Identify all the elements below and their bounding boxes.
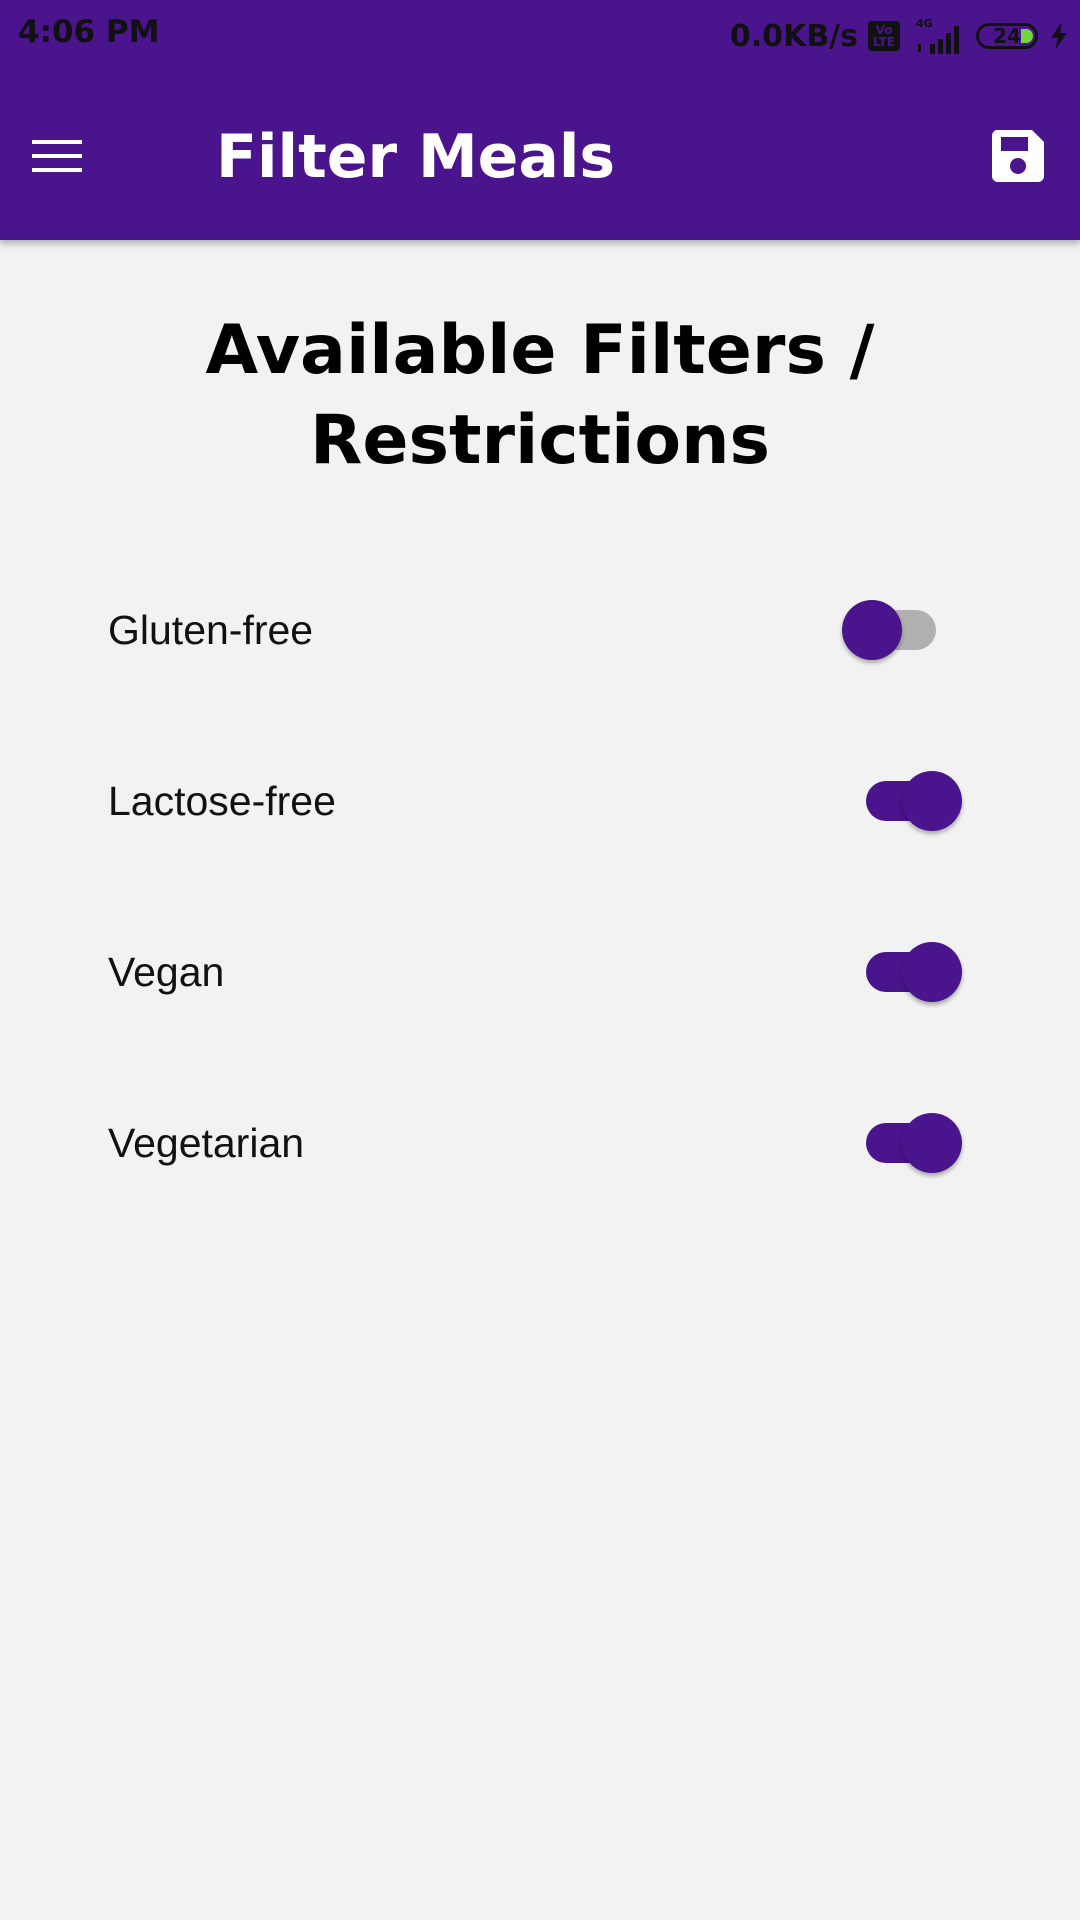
filter-label: Vegetarian bbox=[108, 1120, 305, 1166]
filter-row-gluten-free: Gluten-free bbox=[0, 580, 1080, 680]
signal-strength-icon: 4G bbox=[916, 17, 959, 54]
filter-row-vegetarian: Vegetarian bbox=[0, 1093, 1080, 1193]
filter-label: Gluten-free bbox=[108, 607, 314, 653]
filter-label: Vegan bbox=[108, 949, 225, 995]
switch-thumb bbox=[902, 1113, 962, 1173]
hamburger-menu-icon bbox=[32, 140, 82, 172]
status-icons: 0.0KB/s Vo LTE 4G 24 bbox=[730, 12, 1070, 60]
status-bar: 4:06 PM 0.0KB/s Vo LTE 4G 24 bbox=[0, 0, 1080, 72]
vegetarian-switch[interactable] bbox=[840, 1113, 980, 1173]
menu-button[interactable] bbox=[26, 124, 90, 188]
filter-label: Lactose-free bbox=[108, 778, 336, 824]
network-type-label: 4G bbox=[916, 17, 933, 30]
status-time: 4:06 PM bbox=[18, 14, 160, 50]
floppy-disk-save-icon bbox=[991, 130, 1044, 182]
vegan-switch[interactable] bbox=[840, 942, 980, 1002]
gluten-free-switch[interactable] bbox=[840, 600, 980, 660]
app-bar: Filter Meals bbox=[0, 72, 1080, 240]
volte-label-bottom: LTE bbox=[872, 35, 896, 49]
filter-row-vegan: Vegan bbox=[0, 922, 1080, 1022]
switch-thumb bbox=[902, 942, 962, 1002]
filters-heading: Available Filters / Restrictions bbox=[205, 311, 875, 480]
save-button[interactable] bbox=[982, 120, 1054, 192]
volte-icon: Vo LTE bbox=[868, 21, 900, 51]
network-speed: 0.0KB/s bbox=[729, 18, 858, 54]
page-title: Filter Meals bbox=[216, 122, 616, 192]
battery-icon: 24 bbox=[976, 23, 1038, 49]
lactose-free-switch[interactable] bbox=[840, 771, 980, 831]
switch-thumb bbox=[842, 600, 902, 660]
filter-row-lactose-free: Lactose-free bbox=[0, 751, 1080, 851]
switch-thumb bbox=[902, 771, 962, 831]
charging-bolt-icon bbox=[1051, 22, 1067, 50]
battery-level: 24 bbox=[993, 24, 1021, 48]
